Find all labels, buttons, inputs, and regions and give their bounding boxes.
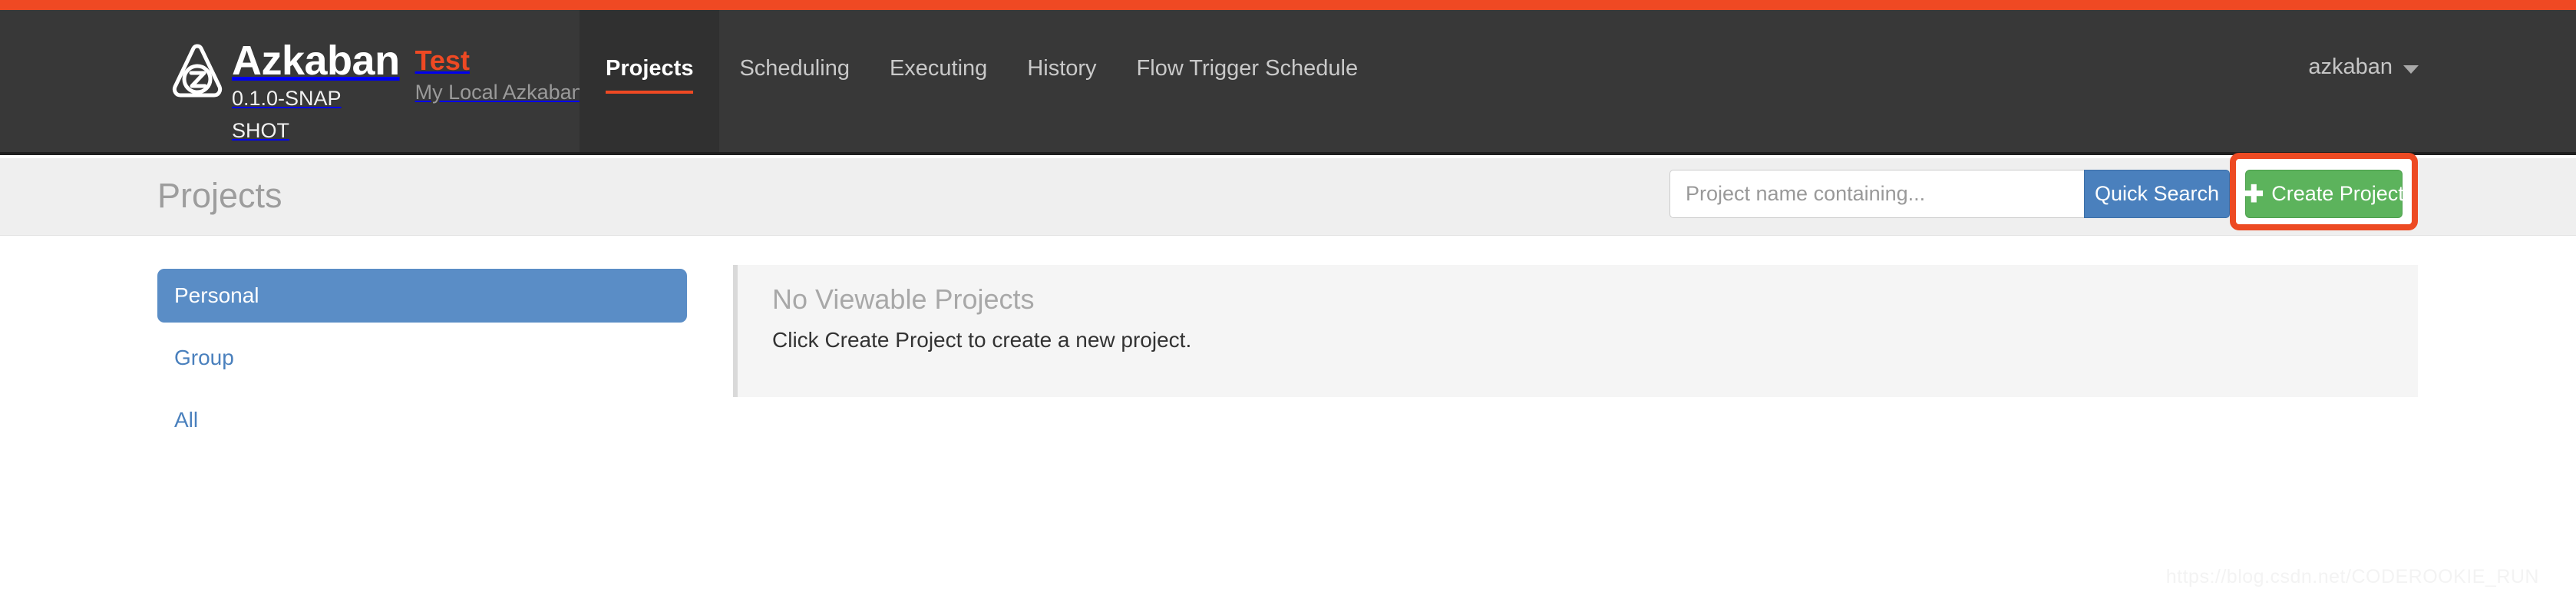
top-accent-strip bbox=[0, 0, 2576, 10]
environment-label: Test bbox=[414, 45, 470, 76]
empty-state-panel: No Viewable Projects Click Create Projec… bbox=[733, 265, 2418, 397]
empty-state-description: Click Create Project to create a new pro… bbox=[772, 328, 1192, 352]
quick-search-button[interactable]: Quick Search bbox=[2084, 170, 2230, 218]
watermark: https://blog.csdn.net/CODEROOKIE_RUN bbox=[2165, 566, 2539, 587]
tab-executing[interactable]: Executing bbox=[870, 10, 1007, 152]
brand-tagline: My Local Azkaban bbox=[414, 81, 583, 104]
sidebar-item-personal[interactable]: Personal bbox=[157, 269, 687, 323]
tab-scheduling[interactable]: Scheduling bbox=[719, 10, 870, 152]
sidebar-item-all[interactable]: All bbox=[157, 393, 687, 447]
search-input[interactable] bbox=[1669, 170, 2084, 218]
brand-version: 0.1.0-SNAPSHOT bbox=[232, 87, 342, 142]
user-menu-dropdown[interactable]: azkaban bbox=[2308, 55, 2419, 80]
tab-history[interactable]: History bbox=[1007, 10, 1116, 152]
brand-name: Azkaban bbox=[232, 38, 400, 84]
brand-home-link[interactable]: Azkaban 0.1.0-SNAPSHOT Test My Local Azk… bbox=[170, 39, 583, 147]
project-filter-sidebar: Personal Group All bbox=[157, 269, 687, 447]
azkaban-triangle-z-logo-icon bbox=[170, 42, 224, 99]
tab-flow-trigger-schedule[interactable]: Flow Trigger Schedule bbox=[1117, 10, 1379, 152]
user-menu-label: azkaban bbox=[2308, 55, 2393, 79]
create-project-button[interactable]: ✚ Create Project bbox=[2244, 170, 2404, 218]
chevron-down-icon bbox=[2403, 65, 2419, 74]
tab-projects[interactable]: Projects bbox=[580, 10, 720, 152]
plus-icon: ✚ bbox=[2244, 180, 2264, 207]
navbar: Azkaban 0.1.0-SNAPSHOT Test My Local Azk… bbox=[0, 10, 2576, 155]
primary-nav-tabs: Projects Scheduling Executing History Fl… bbox=[580, 10, 1378, 152]
empty-state-heading: No Viewable Projects bbox=[772, 283, 1035, 315]
sidebar-item-group[interactable]: Group bbox=[157, 331, 687, 385]
create-project-label: Create Project bbox=[2271, 182, 2404, 205]
page-title: Projects bbox=[157, 176, 282, 215]
project-search-group: Quick Search bbox=[1669, 170, 2230, 218]
